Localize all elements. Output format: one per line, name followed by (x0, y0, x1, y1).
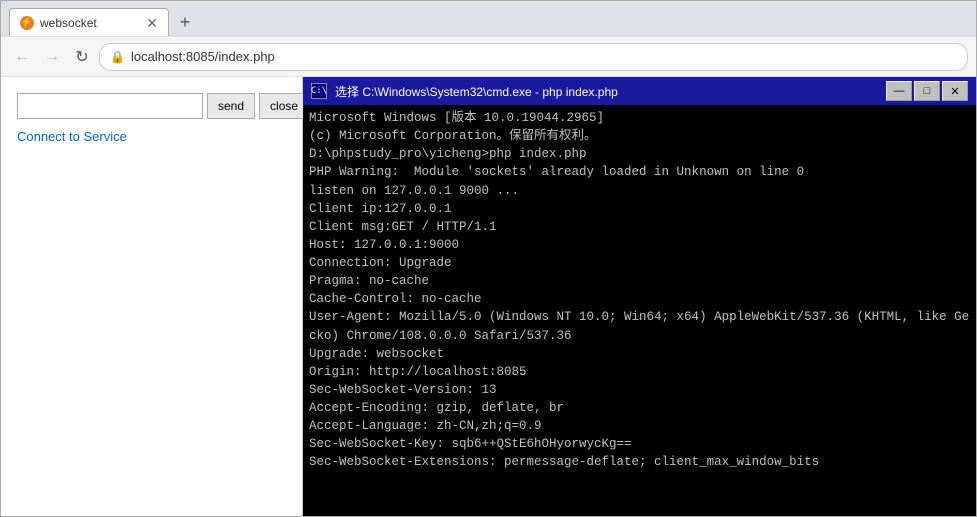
cmd-line: User-Agent: Mozilla/5.0 (Windows NT 10.0… (309, 308, 970, 344)
new-tab-button[interactable]: + (171, 8, 199, 36)
cmd-line: Sec-WebSocket-Key: sqb6++QStE6hOHyorwycK… (309, 435, 970, 453)
cmd-line: Pragma: no-cache (309, 272, 970, 290)
cmd-line: D:\phpstudy_pro\yicheng>php index.php (309, 145, 970, 163)
cmd-line: Origin: http://localhost:8085 (309, 363, 970, 381)
cmd-window-buttons: — □ ✕ (886, 81, 968, 101)
cmd-window: C:\ 选择 C:\Windows\System32\cmd.exe - php… (303, 77, 976, 516)
tab-bar: ⚡ websocket ✕ + (1, 1, 976, 37)
cmd-icon: C:\ (311, 83, 327, 99)
tab-label: websocket (40, 16, 140, 30)
left-panel: send close Connect to Service (1, 77, 303, 516)
cmd-line: Microsoft Windows [版本 10.0.19044.2965] (309, 109, 970, 127)
cmd-line: Upgrade: websocket (309, 345, 970, 363)
browser-content: send close Connect to Service C:\ 选择 C:\… (1, 77, 976, 516)
cmd-line: PHP Warning: Module 'sockets' already lo… (309, 163, 970, 181)
back-button[interactable]: ← (9, 44, 35, 70)
cmd-title-text: 选择 C:\Windows\System32\cmd.exe - php ind… (335, 83, 878, 100)
cmd-line: Host: 127.0.0.1:9000 (309, 236, 970, 254)
address-bar[interactable]: 🔒 localhost:8085/index.php (99, 43, 968, 71)
message-row: send close (17, 93, 286, 119)
cmd-restore-button[interactable]: □ (914, 81, 940, 101)
forward-button[interactable]: → (39, 44, 65, 70)
browser-window: ⚡ websocket ✕ + ← → ↻ 🔒 localhost:8085/i… (0, 0, 977, 517)
cmd-line: Accept-Language: zh-CN,zh;q=0.9 (309, 417, 970, 435)
cmd-titlebar: C:\ 选择 C:\Windows\System32\cmd.exe - php… (303, 77, 976, 105)
cmd-line: Accept-Encoding: gzip, deflate, br (309, 399, 970, 417)
cmd-line: Sec-WebSocket-Extensions: permessage-def… (309, 453, 970, 471)
send-button[interactable]: send (207, 93, 255, 119)
nav-bar: ← → ↻ 🔒 localhost:8085/index.php (1, 37, 976, 77)
close-button[interactable]: close (259, 93, 309, 119)
cmd-body[interactable]: Microsoft Windows [版本 10.0.19044.2965](c… (303, 105, 976, 516)
cmd-minimize-button[interactable]: — (886, 81, 912, 101)
cmd-line: Connection: Upgrade (309, 254, 970, 272)
tab-favicon: ⚡ (20, 16, 34, 30)
cmd-line: Cache-Control: no-cache (309, 290, 970, 308)
refresh-button[interactable]: ↻ (69, 44, 95, 70)
message-input[interactable] (17, 93, 203, 119)
address-text: localhost:8085/index.php (131, 49, 957, 64)
cmd-line: listen on 127.0.0.1 9000 ... (309, 182, 970, 200)
browser-tab[interactable]: ⚡ websocket ✕ (9, 8, 169, 36)
cmd-line: Client ip:127.0.0.1 (309, 200, 970, 218)
tab-close-button[interactable]: ✕ (146, 16, 158, 30)
cmd-line: Sec-WebSocket-Version: 13 (309, 381, 970, 399)
address-lock-icon: 🔒 (110, 50, 125, 64)
cmd-line: Client msg:GET / HTTP/1.1 (309, 218, 970, 236)
connect-label[interactable]: Connect to Service (17, 129, 286, 144)
cmd-line: (c) Microsoft Corporation。保留所有权利。 (309, 127, 970, 145)
cmd-close-button[interactable]: ✕ (942, 81, 968, 101)
